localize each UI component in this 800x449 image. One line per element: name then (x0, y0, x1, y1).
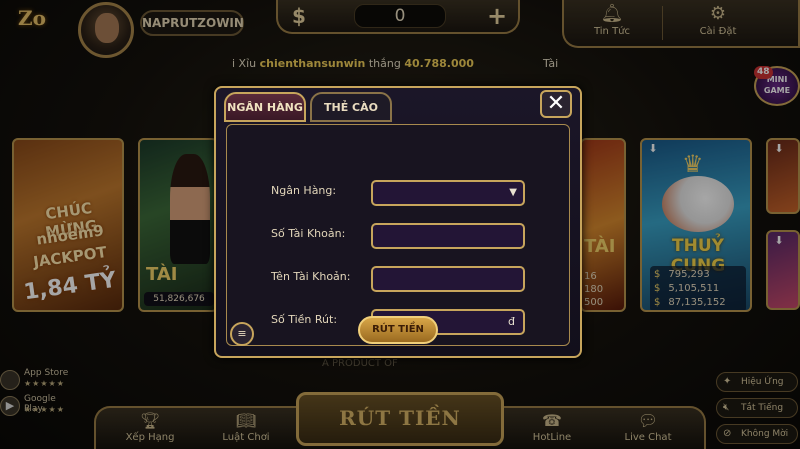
bank-select[interactable]: ▼ (371, 180, 525, 206)
history-icon[interactable]: ≡ (230, 322, 254, 346)
amount-label: Số Tiền Rút: (271, 313, 338, 326)
bank-label: Ngân Hàng: (271, 184, 337, 197)
chevron-down-icon: ▼ (509, 187, 517, 198)
withdraw-form: Ngân Hàng: ▼ Số Tài Khoản: Tên Tài Khoản… (226, 124, 570, 346)
account-name-label: Tên Tài Khoản: (271, 270, 351, 283)
account-number-label: Số Tài Khoản: (271, 227, 346, 240)
currency-unit: đ (508, 315, 515, 328)
account-name-input[interactable] (371, 266, 525, 292)
submit-withdraw-button[interactable]: RÚT TIỀN (358, 316, 438, 344)
tab-bank[interactable]: NGÂN HÀNG (224, 92, 306, 122)
account-number-input[interactable] (371, 223, 525, 249)
withdraw-modal: NGÂN HÀNG THẺ CÀO ✕ Ngân Hàng: ▼ Số Tài … (214, 86, 582, 358)
close-button[interactable]: ✕ (540, 90, 572, 118)
tab-card[interactable]: THẺ CÀO (310, 92, 392, 122)
